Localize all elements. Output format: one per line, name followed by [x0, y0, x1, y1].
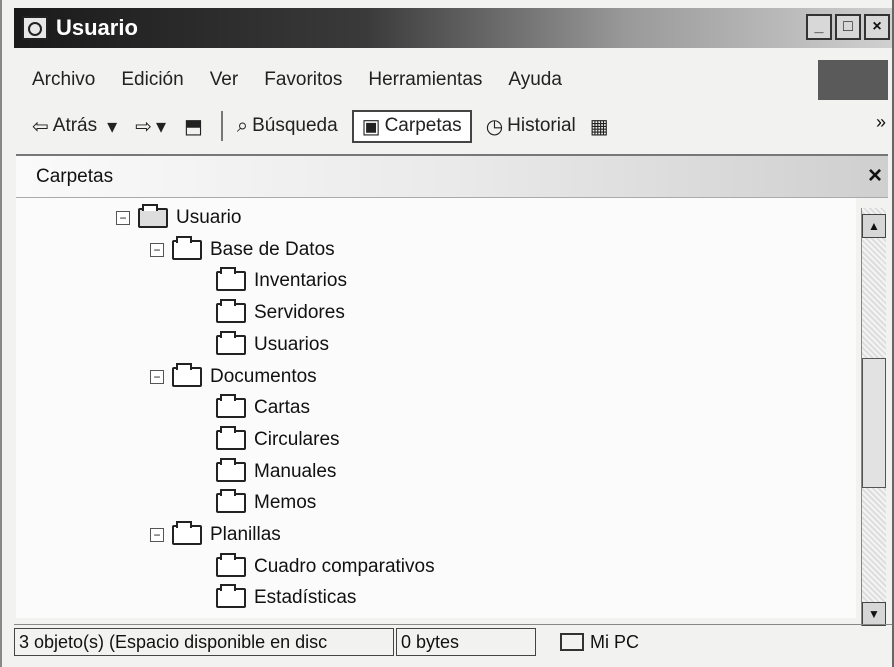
views-button[interactable]: ▦ [590, 114, 613, 139]
tree-item[interactable]: Cartas [216, 392, 310, 424]
minimize-button[interactable]: _ [806, 14, 832, 40]
folder-icon [216, 299, 246, 324]
up-folder-icon: ⬒ [183, 115, 203, 138]
explorer-search-icon [22, 16, 48, 40]
tree-item-label: Usuarios [254, 333, 329, 355]
windows-logo-icon [818, 60, 888, 100]
explorer-window: Usuario _ □ × Archivo Edición Ver Favori… [0, 0, 894, 667]
vertical-scrollbar[interactable]: ▲ ▼ [861, 208, 886, 626]
tree-item-label: Base de Datos [210, 238, 335, 260]
search-icon: ⌕ [236, 114, 249, 137]
menu-archivo[interactable]: Archivo [32, 69, 95, 91]
status-bar: 3 objeto(s) (Espacio disponible en disc … [14, 624, 892, 659]
tree-item[interactable]: − Documentos [150, 361, 317, 393]
chevron-down-icon[interactable]: ▾ [156, 114, 166, 139]
tree-item[interactable]: − Base de Datos [150, 234, 335, 266]
menu-ver[interactable]: Ver [210, 69, 239, 91]
status-zone: Mi PC [556, 628, 892, 656]
search-label: Búsqueda [252, 115, 338, 136]
history-button[interactable]: ◷ Historial [486, 114, 576, 139]
folder-icon [216, 584, 246, 609]
scroll-thumb[interactable] [862, 358, 886, 488]
tree-item-label: Planillas [210, 524, 281, 545]
tree-item-label: Manuales [254, 460, 337, 482]
pane-title: Carpetas [36, 166, 114, 187]
tree-item-label: Circulares [254, 428, 340, 450]
menu-edicion[interactable]: Edición [121, 69, 183, 91]
folder-icon [216, 457, 246, 482]
tree-item[interactable]: − Planillas [150, 519, 281, 551]
tree-item[interactable]: Estadísticas [216, 582, 356, 614]
folder-icon [216, 489, 246, 514]
folder-icon [172, 521, 202, 545]
tree-item-label: Servidores [254, 302, 345, 324]
tree-item[interactable]: Circulares [216, 424, 340, 456]
tree-item-label: Cartas [254, 397, 310, 419]
tree-item[interactable]: Cuadro comparativos [216, 551, 435, 583]
toolbar-overflow-button[interactable]: » [876, 112, 886, 133]
tree-item[interactable]: Inventarios [216, 265, 347, 297]
folders-icon: ▣ [361, 115, 381, 138]
folder-icon [172, 362, 202, 387]
back-button[interactable]: ⇦ Atrás ▾ [32, 114, 121, 139]
scroll-down-button[interactable]: ▼ [862, 602, 886, 626]
tree-item-label: Usuario [176, 207, 242, 228]
collapse-toggle-icon[interactable]: − [150, 369, 164, 384]
collapse-toggle-icon[interactable]: − [116, 211, 130, 225]
folder-icon [138, 204, 168, 228]
maximize-button[interactable]: □ [835, 14, 861, 40]
folders-pane-header: Carpetas × [16, 154, 888, 198]
status-size: 0 bytes [396, 628, 536, 656]
toolbar-separator [220, 111, 223, 141]
computer-icon [560, 633, 584, 651]
tree-item-label: Inventarios [254, 270, 347, 292]
toolbar: ⇦ Atrás ▾ ⇨ ▾ ⬒ ⌕ Búsqueda ▣ Carpetas ◷ … [32, 104, 627, 148]
folder-icon [172, 235, 202, 260]
tree-item-label: Documentos [210, 365, 317, 387]
forward-arrow-icon: ⇨ [135, 115, 152, 138]
scroll-up-button[interactable]: ▲ [862, 214, 886, 238]
folders-label: Carpetas [384, 115, 462, 136]
tree-item-label: Memos [254, 492, 317, 514]
menu-herramientas[interactable]: Herramientas [368, 69, 482, 91]
search-button[interactable]: ⌕ Búsqueda [237, 115, 338, 138]
title-bar[interactable]: Usuario _ □ × [14, 8, 892, 48]
forward-button[interactable]: ⇨ ▾ [135, 114, 170, 139]
tree-item[interactable]: Manuales [216, 456, 336, 488]
status-message: 3 objeto(s) (Espacio disponible en disc [14, 628, 394, 656]
menu-bar: Archivo Edición Ver Favoritos Herramient… [32, 60, 588, 100]
menu-favoritos[interactable]: Favoritos [264, 69, 342, 91]
tree-item-label: Estadísticas [254, 587, 357, 609]
history-icon: ◷ [485, 115, 504, 138]
window-title: Usuario [56, 15, 138, 40]
up-folder-button[interactable]: ⬒ [184, 114, 207, 139]
menu-ayuda[interactable]: Ayuda [508, 69, 562, 91]
folder-icon [216, 330, 246, 355]
folder-icon [216, 552, 246, 577]
tree-item[interactable]: Servidores [216, 297, 345, 329]
back-label: Atrás [52, 115, 98, 136]
tree-item-label: Cuadro comparativos [254, 555, 435, 577]
folder-icon [216, 267, 246, 292]
tree-item[interactable]: − Usuario [116, 202, 241, 234]
zone-label: Mi PC [590, 631, 639, 652]
history-label: Historial [507, 115, 576, 136]
close-button[interactable]: × [864, 14, 890, 40]
window-controls: _ □ × [806, 14, 890, 40]
folder-icon [216, 425, 246, 450]
views-icon: ▦ [589, 115, 609, 138]
back-arrow-icon: ⇦ [32, 115, 49, 138]
collapse-toggle-icon[interactable]: − [150, 528, 164, 542]
pane-close-button[interactable]: × [868, 162, 882, 190]
chevron-down-icon[interactable]: ▾ [107, 114, 117, 139]
folder-tree: − Usuario − Base de Datos Inventarios Servido… [16, 198, 856, 618]
folders-button[interactable]: ▣ Carpetas [351, 109, 472, 143]
tree-item[interactable]: Memos [216, 487, 316, 519]
folder-icon [216, 394, 246, 419]
collapse-toggle-icon[interactable]: − [150, 242, 164, 257]
tree-item[interactable]: Usuarios [216, 329, 329, 361]
